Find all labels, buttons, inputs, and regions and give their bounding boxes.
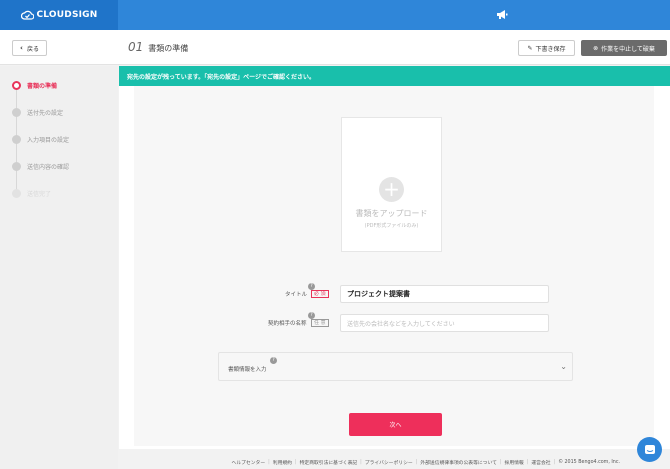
- help-icon[interactable]: ?: [270, 357, 277, 364]
- accordion-label: 書類情報を入力: [228, 367, 267, 373]
- abort-button[interactable]: ⊗ 作業を中止して破棄: [581, 40, 667, 56]
- back-button[interactable]: ‹ 戻る: [12, 40, 47, 56]
- cloud-logo-icon: [20, 10, 34, 20]
- plus-icon: +: [379, 176, 404, 202]
- step-dot-icon: [12, 135, 21, 144]
- sidebar-step-label: 書類の準備: [27, 83, 58, 90]
- sidebar-step-label: 入力項目の設定: [27, 137, 70, 144]
- alert-message: 宛先の設定が残っています。「宛先の設定」ページでご確認ください。: [127, 73, 315, 81]
- chat-icon: [644, 444, 655, 454]
- alert-banner: 宛先の設定が残っています。「宛先の設定」ページでご確認ください。: [119, 66, 670, 86]
- footer-link[interactable]: 採用情報: [505, 459, 524, 466]
- step-sidebar: [0, 66, 118, 469]
- footer-link[interactable]: 特定商取引法に基づく表記: [300, 459, 358, 466]
- megaphone-icon[interactable]: [496, 9, 508, 20]
- sidebar-step-label: 送信完了: [27, 191, 52, 198]
- footer-separator: |: [415, 460, 418, 465]
- chevron-left-icon: ‹: [20, 44, 23, 52]
- next-button[interactable]: 次へ: [349, 413, 442, 436]
- copyright: © 2015 Bengo4.com, Inc.: [558, 460, 620, 465]
- upload-sublabel: (PDF形式ファイルのみ): [364, 222, 419, 229]
- partner-label: 契約相手の名称: [268, 321, 307, 327]
- title-label: タイトル: [285, 292, 308, 298]
- footer-link[interactable]: プライバシーポリシー: [365, 459, 413, 466]
- step-number: 01: [128, 40, 144, 54]
- footer-link[interactable]: 運営会社: [531, 459, 550, 466]
- footer: ヘルプセンター | 利用規約 | 特定商取引法に基づく表記 | プライバシーポリシー |…: [119, 456, 670, 469]
- title-input[interactable]: プロジェクト提案書: [340, 285, 549, 303]
- step-dot-icon: [12, 162, 21, 171]
- logo[interactable]: CLOUDSIGN: [0, 0, 118, 30]
- sidebar-step-input-fields[interactable]: 入力項目の設定: [12, 135, 69, 144]
- back-button-label: 戻る: [26, 45, 39, 53]
- chevron-down-icon: ⌄: [560, 362, 567, 371]
- page-title: 01 書類の準備: [128, 40, 188, 54]
- cancel-circle-icon: ⊗: [593, 44, 599, 52]
- step-name: 書類の準備: [148, 44, 189, 53]
- pencil-icon: ✎: [527, 44, 533, 52]
- step-dot-icon: [12, 81, 21, 90]
- footer-separator: |: [553, 460, 556, 465]
- footer-separator: |: [268, 460, 270, 465]
- sidebar-step-complete: 送信完了: [12, 189, 51, 198]
- footer-separator: |: [526, 460, 529, 465]
- step-dot-icon: [12, 189, 21, 198]
- save-draft-label: 下書き保存: [535, 45, 566, 53]
- partner-name-input[interactable]: 送信先の会社名などを入力してください: [340, 314, 549, 332]
- sidebar-step-document-prep[interactable]: 書類の準備: [12, 81, 57, 90]
- next-button-label: 次へ: [389, 422, 402, 429]
- help-icon[interactable]: ?: [308, 283, 315, 290]
- save-draft-button[interactable]: ✎ 下書き保存: [518, 40, 575, 56]
- chat-button[interactable]: [637, 437, 662, 462]
- help-icon[interactable]: ?: [308, 312, 315, 319]
- sidebar-step-label: 送付先の設定: [27, 110, 64, 117]
- logo-text: CLOUDSIGN: [36, 10, 98, 20]
- footer-separator: |: [294, 460, 297, 465]
- sidebar-step-confirm[interactable]: 送信内容の確認: [12, 162, 69, 171]
- top-bar: CLOUDSIGN: [0, 0, 670, 30]
- footer-separator: |: [360, 460, 362, 465]
- sidebar-step-label: 送信内容の確認: [27, 164, 70, 171]
- footer-link[interactable]: 外部送信規律事項の公表等について: [420, 459, 497, 466]
- footer-separator: |: [499, 460, 502, 465]
- footer-link[interactable]: 利用規約: [273, 459, 292, 466]
- document-info-accordion[interactable]: 書類情報を入力 ? ⌄: [218, 352, 573, 381]
- sub-header: ‹ 戻る 01 書類の準備 ✎ 下書き保存 ⊗ 作業を中止して破棄: [0, 30, 670, 65]
- abort-label: 作業を中止して破棄: [601, 45, 655, 53]
- upload-dropzone[interactable]: + 書類をアップロード (PDF形式ファイルのみ): [341, 117, 442, 252]
- upload-label: 書類をアップロード: [355, 208, 428, 218]
- footer-link[interactable]: ヘルプセンター: [232, 459, 266, 466]
- step-dot-icon: [12, 108, 21, 117]
- required-badge: 必 須: [311, 290, 329, 298]
- optional-badge: 任 意: [311, 319, 329, 327]
- sidebar-step-recipients[interactable]: 送付先の設定: [12, 108, 63, 117]
